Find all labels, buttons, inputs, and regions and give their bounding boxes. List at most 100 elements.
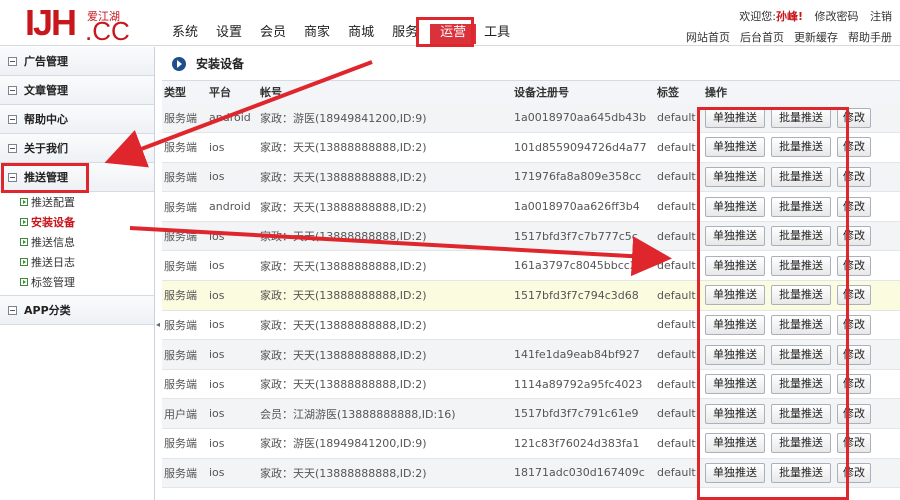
cell-platform: ios <box>209 377 225 391</box>
sidebar-sub-label: 安装设备 <box>31 216 75 229</box>
collapse-box-icon <box>8 114 17 124</box>
sidebar-group-2[interactable]: 帮助中心 <box>0 105 154 134</box>
welcome-text: 欢迎您: <box>739 10 776 23</box>
sidebar-highlight-box <box>1 163 89 193</box>
cell-platform: ios <box>209 348 225 362</box>
sidebar-sub-label: 推送配置 <box>31 196 75 209</box>
actions-highlight-box <box>697 107 849 500</box>
cell-account: 会员：江湖游医(13888888888,ID:16) <box>260 407 456 421</box>
cell-account: 家政：天天(13888888888,ID:2) <box>260 289 427 303</box>
cell-account: 家政：天天(13888888888,ID:2) <box>260 200 427 214</box>
cell-device <box>512 310 655 340</box>
nav-item-4[interactable]: 商城 <box>348 24 374 44</box>
cell-platform: ios <box>209 170 225 184</box>
cell-type: 服务端 <box>164 200 197 214</box>
sidebar-sub-item-1[interactable]: 安装设备 <box>0 212 154 232</box>
sidebar-sub-item-2[interactable]: 推送信息 <box>0 232 154 252</box>
sidebar-group-0[interactable]: 广告管理 <box>0 47 154 76</box>
cell-platform: android <box>209 200 251 214</box>
top-link-0[interactable]: 网站首页 <box>686 31 730 44</box>
logout-link[interactable]: 注销 <box>870 10 892 23</box>
main-nav: 系统 设置 会员 商家 商城 服务 运营 工具 <box>172 24 528 44</box>
green-arrow-icon <box>20 278 28 286</box>
sidebar-group-label: 帮助中心 <box>24 113 68 126</box>
cell-device: 1517bfd3f7c794c3d68 <box>514 288 639 302</box>
sidebar-group-label: 关于我们 <box>24 142 68 155</box>
header: IJH 爱江湖 .CC 系统 设置 会员 商家 商城 服务 运营 工具 欢迎您:孙峰! 修改密… <box>0 0 900 47</box>
cell-type: 服务端 <box>164 289 197 303</box>
green-arrow-icon <box>20 198 28 206</box>
top-link-3[interactable]: 帮助手册 <box>848 31 892 44</box>
green-arrow-icon <box>20 258 28 266</box>
cell-account: 家政：天天(13888888888,ID:2) <box>260 230 427 244</box>
green-arrow-icon <box>20 238 28 246</box>
nav-item-3[interactable]: 商家 <box>304 24 330 44</box>
cell-account: 家政：天天(13888888888,ID:2) <box>260 259 427 273</box>
column-header-1: 平台 <box>209 86 231 99</box>
cell-tag: default <box>657 170 696 184</box>
sidebar-sub-label: 推送信息 <box>31 236 75 249</box>
collapse-box-icon <box>8 305 17 315</box>
logo[interactable]: IJH 爱江湖 .CC <box>25 2 135 46</box>
sidebar-sub-label: 推送日志 <box>31 256 75 269</box>
logo-main: IJH <box>25 2 77 43</box>
cell-tag: default <box>657 259 696 273</box>
cell-device: 1517bfd3f7c7b777c5c <box>514 229 638 243</box>
cell-type: 服务端 <box>164 111 197 125</box>
sidebar-group-1[interactable]: 文章管理 <box>0 76 154 105</box>
cell-device: 1114a89792a95fc4023 <box>514 377 643 391</box>
cell-device: 121c83f76024d383fa1 <box>514 436 640 450</box>
cell-platform: ios <box>209 229 225 243</box>
nav-item-0[interactable]: 系统 <box>172 24 198 44</box>
cell-tag: default <box>657 288 696 302</box>
cell-type: 服务端 <box>164 170 197 184</box>
cell-tag: default <box>657 200 696 214</box>
nav-highlight-box <box>416 17 474 47</box>
cell-account: 家政：天天(13888888888,ID:2) <box>260 348 427 362</box>
nav-item-7[interactable]: 工具 <box>484 24 510 44</box>
cell-tag: default <box>657 466 696 480</box>
sidebar-group-after-0[interactable]: APP分类 <box>0 296 154 325</box>
cell-platform: ios <box>209 407 225 421</box>
sidebar-sub-item-4[interactable]: 标签管理 <box>0 272 154 292</box>
username: 孙峰! <box>775 10 803 23</box>
cell-type: 用户端 <box>164 407 197 421</box>
column-header-0: 类型 <box>164 86 186 99</box>
nav-item-5[interactable]: 服务 <box>392 24 418 44</box>
cell-type: 服务端 <box>164 141 197 155</box>
cell-device: 1517bfd3f7c791c61e9 <box>514 407 639 421</box>
sidebar-group-label: APP分类 <box>24 304 71 317</box>
cell-platform: android <box>209 111 251 125</box>
cell-type: 服务端 <box>164 437 197 451</box>
cell-type: 服务端 <box>164 348 197 362</box>
top-link-2[interactable]: 更新缓存 <box>794 31 838 44</box>
cell-account: 家政：天天(13888888888,ID:2) <box>260 141 427 155</box>
sidebar-sub-item-0[interactable]: 推送配置 <box>0 192 154 212</box>
collapse-box-icon <box>8 143 17 153</box>
cell-tag: default <box>657 407 696 421</box>
cell-tag: default <box>657 436 696 450</box>
sidebar-sub-item-3[interactable]: 推送日志 <box>0 252 154 272</box>
cell-device: 161a3797c8045bbcc24 <box>514 259 644 273</box>
cell-type: 服务端 <box>164 378 197 392</box>
user-bar: 欢迎您:孙峰! 修改密码 注销 <box>739 8 892 24</box>
nav-item-2[interactable]: 会员 <box>260 24 286 44</box>
cell-tag: default <box>657 318 696 332</box>
change-password-link[interactable]: 修改密码 <box>815 10 859 23</box>
cell-platform: ios <box>209 288 225 302</box>
cell-tag: default <box>657 229 696 243</box>
cell-type: 服务端 <box>164 318 197 332</box>
collapse-sidebar-icon[interactable]: ◂ <box>156 320 161 329</box>
nav-item-1[interactable]: 设置 <box>216 24 242 44</box>
cell-account: 家政：游医(18949841200,ID:9) <box>260 437 427 451</box>
sidebar-group-3[interactable]: 关于我们 <box>0 134 154 163</box>
top-link-1[interactable]: 后台首页 <box>740 31 784 44</box>
page-title: 安装设备 <box>196 57 245 71</box>
cell-type: 服务端 <box>164 230 197 244</box>
cell-platform: ios <box>209 140 225 154</box>
arrow-right-circle-icon <box>172 56 186 71</box>
cell-device: 1a0018970aa645db43b <box>514 111 647 125</box>
cell-device: 141fe1da9eab84bf927 <box>514 348 640 362</box>
column-header-4: 标签 <box>657 86 679 99</box>
logo-domain: .CC <box>85 16 130 46</box>
